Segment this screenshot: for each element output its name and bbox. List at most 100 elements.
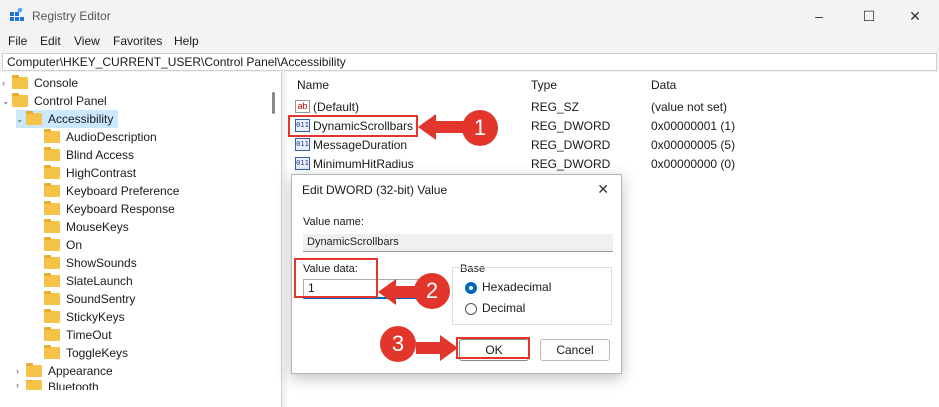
chevron-down-icon[interactable]: ⌄ xyxy=(16,114,26,125)
menu-favorites[interactable]: Favorites xyxy=(113,34,162,48)
tree-item-label: SlateLaunch xyxy=(66,274,133,288)
tree-item-bluetooth[interactable]: › Bluetooth xyxy=(16,380,99,390)
value-name: MessageDuration xyxy=(313,138,408,152)
value-name: MinimumHitRadius xyxy=(313,157,414,171)
menu-edit[interactable]: Edit xyxy=(40,34,61,48)
hexadecimal-radio[interactable] xyxy=(465,282,477,294)
title-bar: Registry Editor – ☐ ✕ xyxy=(0,0,939,32)
decimal-label[interactable]: Decimal xyxy=(482,301,525,315)
list-row-default[interactable]: ab (Default) REG_SZ (value not set) xyxy=(287,98,939,116)
tree-item-showsounds[interactable]: ShowSounds xyxy=(44,254,137,272)
folder-icon xyxy=(44,183,60,197)
tree-item-stickykeys[interactable]: StickyKeys xyxy=(44,308,125,326)
chevron-right-icon[interactable]: › xyxy=(2,78,12,88)
binary-value-icon: 011 xyxy=(295,157,310,170)
tree-item-accessibility[interactable]: ⌄ Accessibility xyxy=(16,110,118,128)
value-data: 0x00000000 (0) xyxy=(651,157,736,171)
tree-item-label: Keyboard Preference xyxy=(66,184,180,198)
value-type: REG_DWORD xyxy=(531,119,611,133)
tree-item-label: Control Panel xyxy=(34,94,107,108)
step-badge-2: 2 xyxy=(414,273,450,309)
tree-item-blind-access[interactable]: Blind Access xyxy=(44,146,134,164)
value-data: 0x00000005 (5) xyxy=(651,138,736,152)
decimal-radio[interactable] xyxy=(465,303,477,315)
tree-item-highcontrast[interactable]: HighContrast xyxy=(44,164,136,182)
tree-item-label: StickyKeys xyxy=(66,310,125,324)
dialog-close-button[interactable]: ✕ xyxy=(597,181,609,198)
tree-item-keyboard-response[interactable]: Keyboard Response xyxy=(44,200,175,218)
tree-item-control-panel[interactable]: ⌄ Control Panel xyxy=(2,92,107,110)
tree-item-mousekeys[interactable]: MouseKeys xyxy=(44,218,129,236)
value-data: (value not set) xyxy=(651,100,728,114)
tree-item-label: SoundSentry xyxy=(66,292,136,306)
menu-bar: File Edit View Favorites Help xyxy=(0,32,939,52)
highlight-ok-button xyxy=(456,337,530,359)
tree-item-soundsentry[interactable]: SoundSentry xyxy=(44,290,135,308)
folder-icon xyxy=(44,201,60,215)
folder-icon xyxy=(44,219,60,233)
tree-item-label: Console xyxy=(34,76,79,90)
cancel-button[interactable]: Cancel xyxy=(540,339,610,361)
address-bar[interactable]: Computer\HKEY_CURRENT_USER\Control Panel… xyxy=(2,53,937,71)
tree-item-label: ToggleKeys xyxy=(66,346,129,360)
menu-view[interactable]: View xyxy=(74,34,100,48)
tree-item-timeout[interactable]: TimeOut xyxy=(44,326,112,344)
tree-item-label: MouseKeys xyxy=(66,220,129,234)
column-header-data[interactable]: Data xyxy=(651,78,676,92)
column-header-type[interactable]: Type xyxy=(531,78,557,92)
tree-item-on[interactable]: On xyxy=(44,236,82,254)
value-type: REG_DWORD xyxy=(531,138,611,152)
folder-icon xyxy=(44,237,60,251)
folder-icon xyxy=(12,93,28,107)
chevron-right-icon[interactable]: › xyxy=(16,366,26,376)
list-row-minimumhitradius[interactable]: 011 MinimumHitRadius REG_DWORD 0x0000000… xyxy=(287,155,939,173)
binary-value-icon: 011 xyxy=(295,138,310,151)
dialog-title: Edit DWORD (32-bit) Value xyxy=(302,183,448,197)
tree-item-appearance[interactable]: › Appearance xyxy=(16,362,113,380)
folder-icon xyxy=(44,291,60,305)
chevron-right-icon[interactable]: › xyxy=(16,380,26,390)
tree-item-console[interactable]: › Console xyxy=(2,74,78,92)
folder-icon xyxy=(26,380,42,390)
list-row-messageduration[interactable]: 011 MessageDuration REG_DWORD 0x00000005… xyxy=(287,136,939,154)
hexadecimal-label[interactable]: Hexadecimal xyxy=(482,280,551,294)
tree-item-label: Appearance xyxy=(48,364,113,378)
string-value-icon: ab xyxy=(295,100,310,113)
tree-item-slatelaunch[interactable]: SlateLaunch xyxy=(44,272,133,290)
folder-icon xyxy=(44,129,60,143)
tree-item-keyboard-preference[interactable]: Keyboard Preference xyxy=(44,182,179,200)
folder-icon xyxy=(44,345,60,359)
key-tree[interactable]: › Console ⌄ Control Panel ⌄ Accessibilit… xyxy=(0,72,282,407)
tree-item-audiodescription[interactable]: AudioDescription xyxy=(44,128,157,146)
registry-editor-icon xyxy=(10,8,24,21)
tree-item-label: Keyboard Response xyxy=(66,202,175,216)
value-type: REG_DWORD xyxy=(531,157,611,171)
arrow-right-icon xyxy=(416,335,458,361)
tree-item-label: ShowSounds xyxy=(66,256,137,270)
tree-item-label: Bluetooth xyxy=(48,380,99,390)
folder-icon xyxy=(44,147,60,161)
tree-item-label: TimeOut xyxy=(66,328,112,342)
folder-icon xyxy=(44,273,60,287)
tree-item-label: Accessibility xyxy=(48,112,114,126)
base-group: Hexadecimal Decimal xyxy=(452,267,612,325)
column-header-name[interactable]: Name xyxy=(297,78,329,92)
folder-icon xyxy=(44,327,60,341)
tree-item-label: On xyxy=(66,238,83,252)
folder-icon xyxy=(44,165,60,179)
tree-scrollbar-thumb[interactable] xyxy=(272,92,275,114)
menu-file[interactable]: File xyxy=(8,34,27,48)
highlight-dynamicscrollbars xyxy=(288,115,418,137)
chevron-down-icon[interactable]: ⌄ xyxy=(2,96,12,107)
tree-item-togglekeys[interactable]: ToggleKeys xyxy=(44,344,128,362)
highlight-value-data xyxy=(294,258,378,298)
value-data: 0x00000001 (1) xyxy=(651,119,736,133)
close-button[interactable]: ✕ xyxy=(892,0,938,32)
folder-icon xyxy=(26,363,42,377)
menu-help[interactable]: Help xyxy=(174,34,199,48)
folder-icon xyxy=(44,255,60,269)
minimize-button[interactable]: – xyxy=(796,0,842,32)
folder-icon xyxy=(12,75,28,89)
step-badge-1: 1 xyxy=(462,110,498,146)
maximize-button[interactable]: ☐ xyxy=(846,0,892,32)
